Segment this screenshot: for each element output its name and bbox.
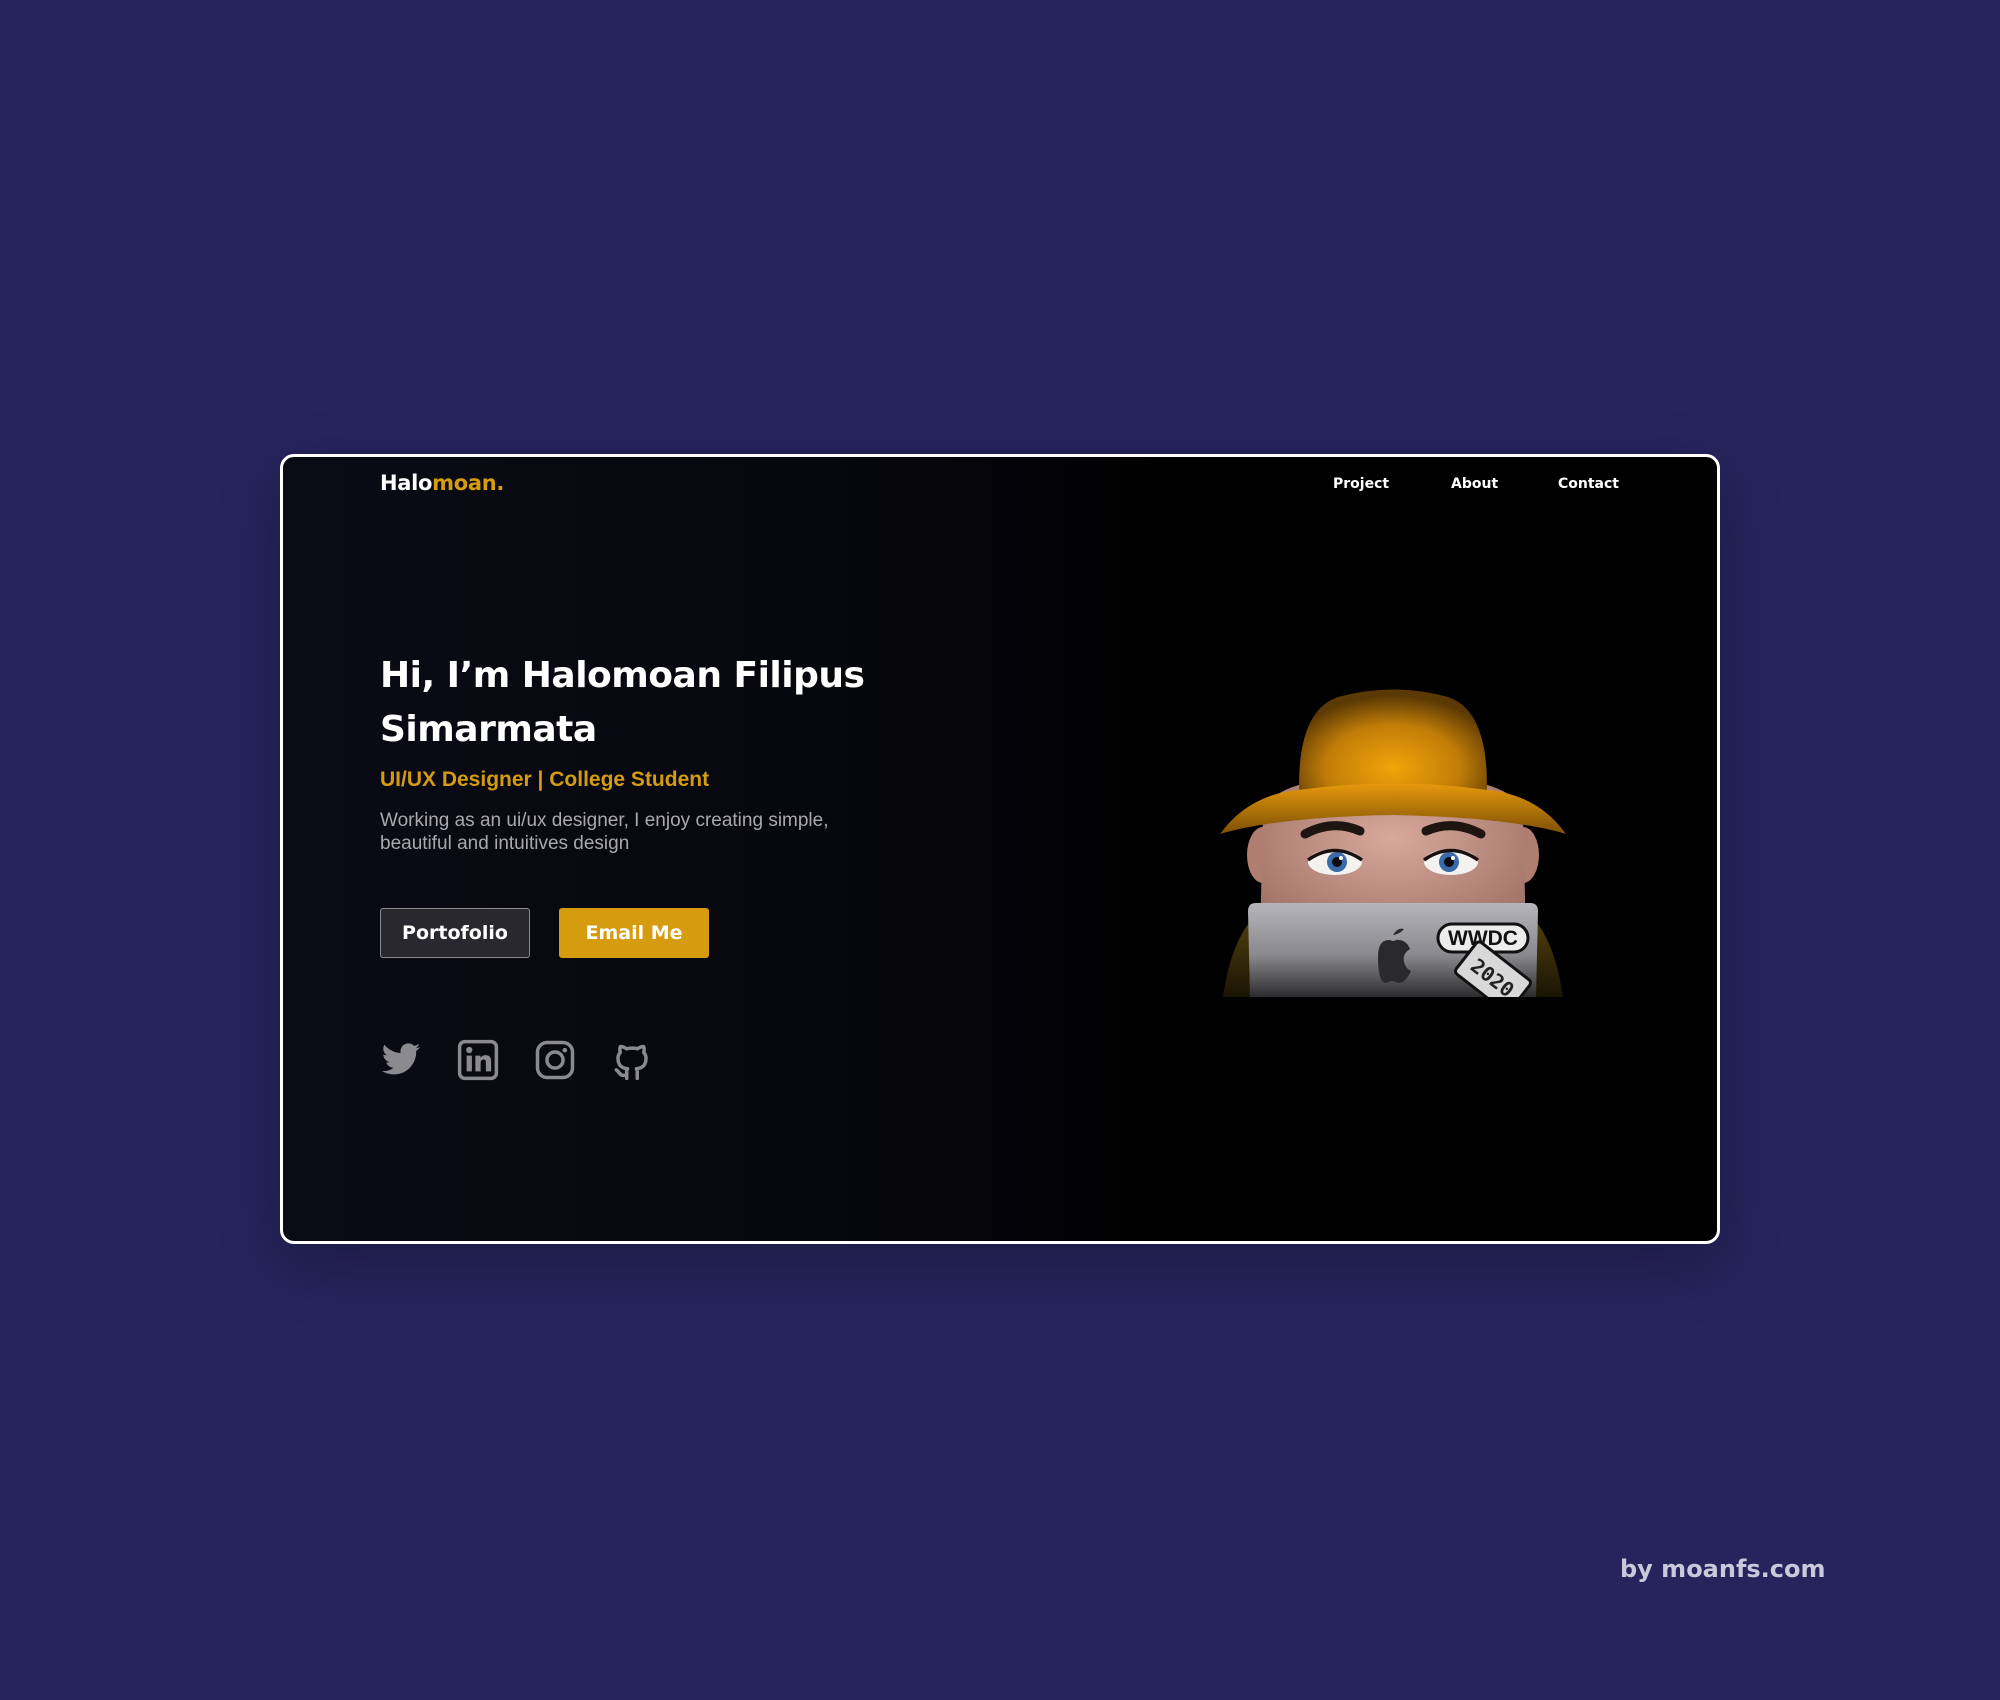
nav-link-contact[interactable]: Contact xyxy=(1558,476,1619,492)
hero-description: Working as an ui/ux designer, I enjoy cr… xyxy=(380,810,829,854)
logo-text-halo: Halo xyxy=(380,471,433,495)
site-logo[interactable]: Halomoan. xyxy=(380,471,504,495)
github-icon[interactable] xyxy=(611,1039,653,1081)
instagram-icon[interactable] xyxy=(534,1039,576,1081)
memoji-illustration: WWDC 2020 xyxy=(1208,677,1578,997)
portfolio-window: Halomoan. Project About Contact Hi, I’m … xyxy=(280,454,1720,1244)
hero-title: Hi, I’m Halomoan Filipus Simarmata xyxy=(380,655,865,750)
portfolio-button[interactable]: Portofolio xyxy=(380,908,530,958)
nav-link-about[interactable]: About xyxy=(1451,476,1498,492)
credit-text: by moanfs.com xyxy=(1620,1555,1826,1583)
twitter-icon[interactable] xyxy=(380,1039,422,1081)
logo-text-moan: moan. xyxy=(432,471,505,495)
hero-subtitle: UI/UX Designer | College Student xyxy=(380,768,710,791)
email-me-button[interactable]: Email Me xyxy=(559,908,709,958)
nav-link-project[interactable]: Project xyxy=(1333,476,1389,492)
linkedin-icon[interactable] xyxy=(457,1039,499,1081)
